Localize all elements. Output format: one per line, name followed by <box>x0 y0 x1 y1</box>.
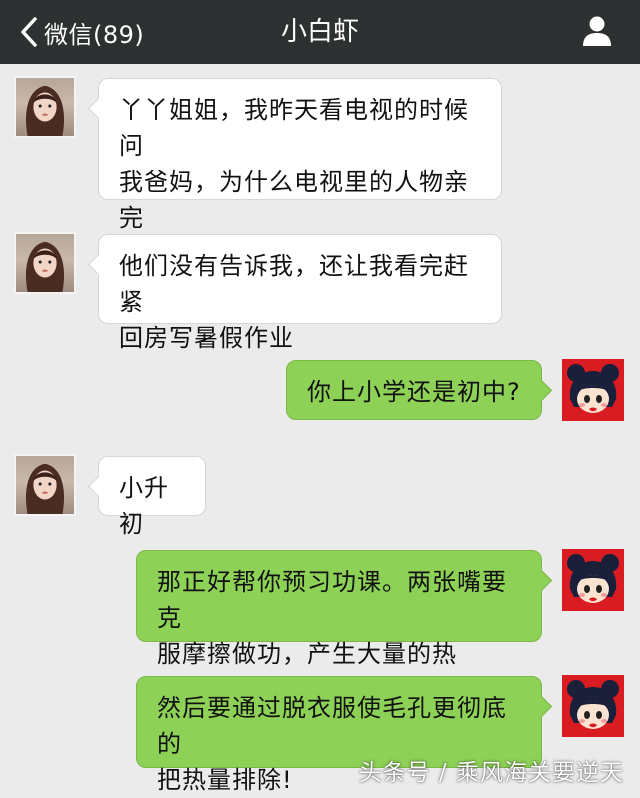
message-bubble-3[interactable]: 你上小学还是初中? <box>286 360 553 420</box>
cartoon-girl-avatar-image <box>567 364 619 413</box>
girl-avatar-image <box>25 85 65 136</box>
message-bubble-5[interactable]: 那正好帮你预习功课。两张嘴要克 服摩擦做功，产生大量的热 <box>136 550 553 668</box>
self-avatar[interactable] <box>562 359 624 421</box>
message-text: 他们没有告诉我，还让我看完赶紧 回房写暑假作业 <box>119 252 469 352</box>
message-text: 你上小学还是初中? <box>307 378 521 406</box>
chat-info-button[interactable] <box>580 14 614 50</box>
person-icon <box>583 16 611 46</box>
watermark-text: 头条号 / 乘风海关要逆天 <box>358 760 624 786</box>
self-avatar[interactable] <box>562 675 624 737</box>
cartoon-girl-avatar-image <box>567 554 619 603</box>
back-button[interactable]: 微信(89) <box>18 12 144 52</box>
self-avatar[interactable] <box>562 549 624 611</box>
message-bubble-4[interactable]: 小升初 <box>87 456 206 538</box>
contact-avatar[interactable] <box>14 454 76 516</box>
contact-avatar[interactable] <box>14 76 76 138</box>
girl-avatar-image <box>25 241 65 292</box>
girl-avatar-image <box>25 463 65 514</box>
cartoon-girl-avatar-image <box>567 680 619 729</box>
back-label: 微信(89) <box>44 20 145 49</box>
message-bubble-1[interactable]: 丫丫姐姐，我昨天看电视的时候问 我爸妈，为什么电视里的人物亲完 嘴后要脱衣服 <box>87 78 502 268</box>
message-text: 小升初 <box>119 474 169 538</box>
contact-avatar[interactable] <box>14 232 76 294</box>
chevron-left-icon <box>21 17 37 47</box>
message-text: 那正好帮你预习功课。两张嘴要克 服摩擦做功，产生大量的热 <box>157 568 507 668</box>
chat-header: 微信(89) 小白虾 <box>0 0 640 64</box>
message-bubble-2[interactable]: 他们没有告诉我，还让我看完赶紧 回房写暑假作业 <box>87 234 502 352</box>
